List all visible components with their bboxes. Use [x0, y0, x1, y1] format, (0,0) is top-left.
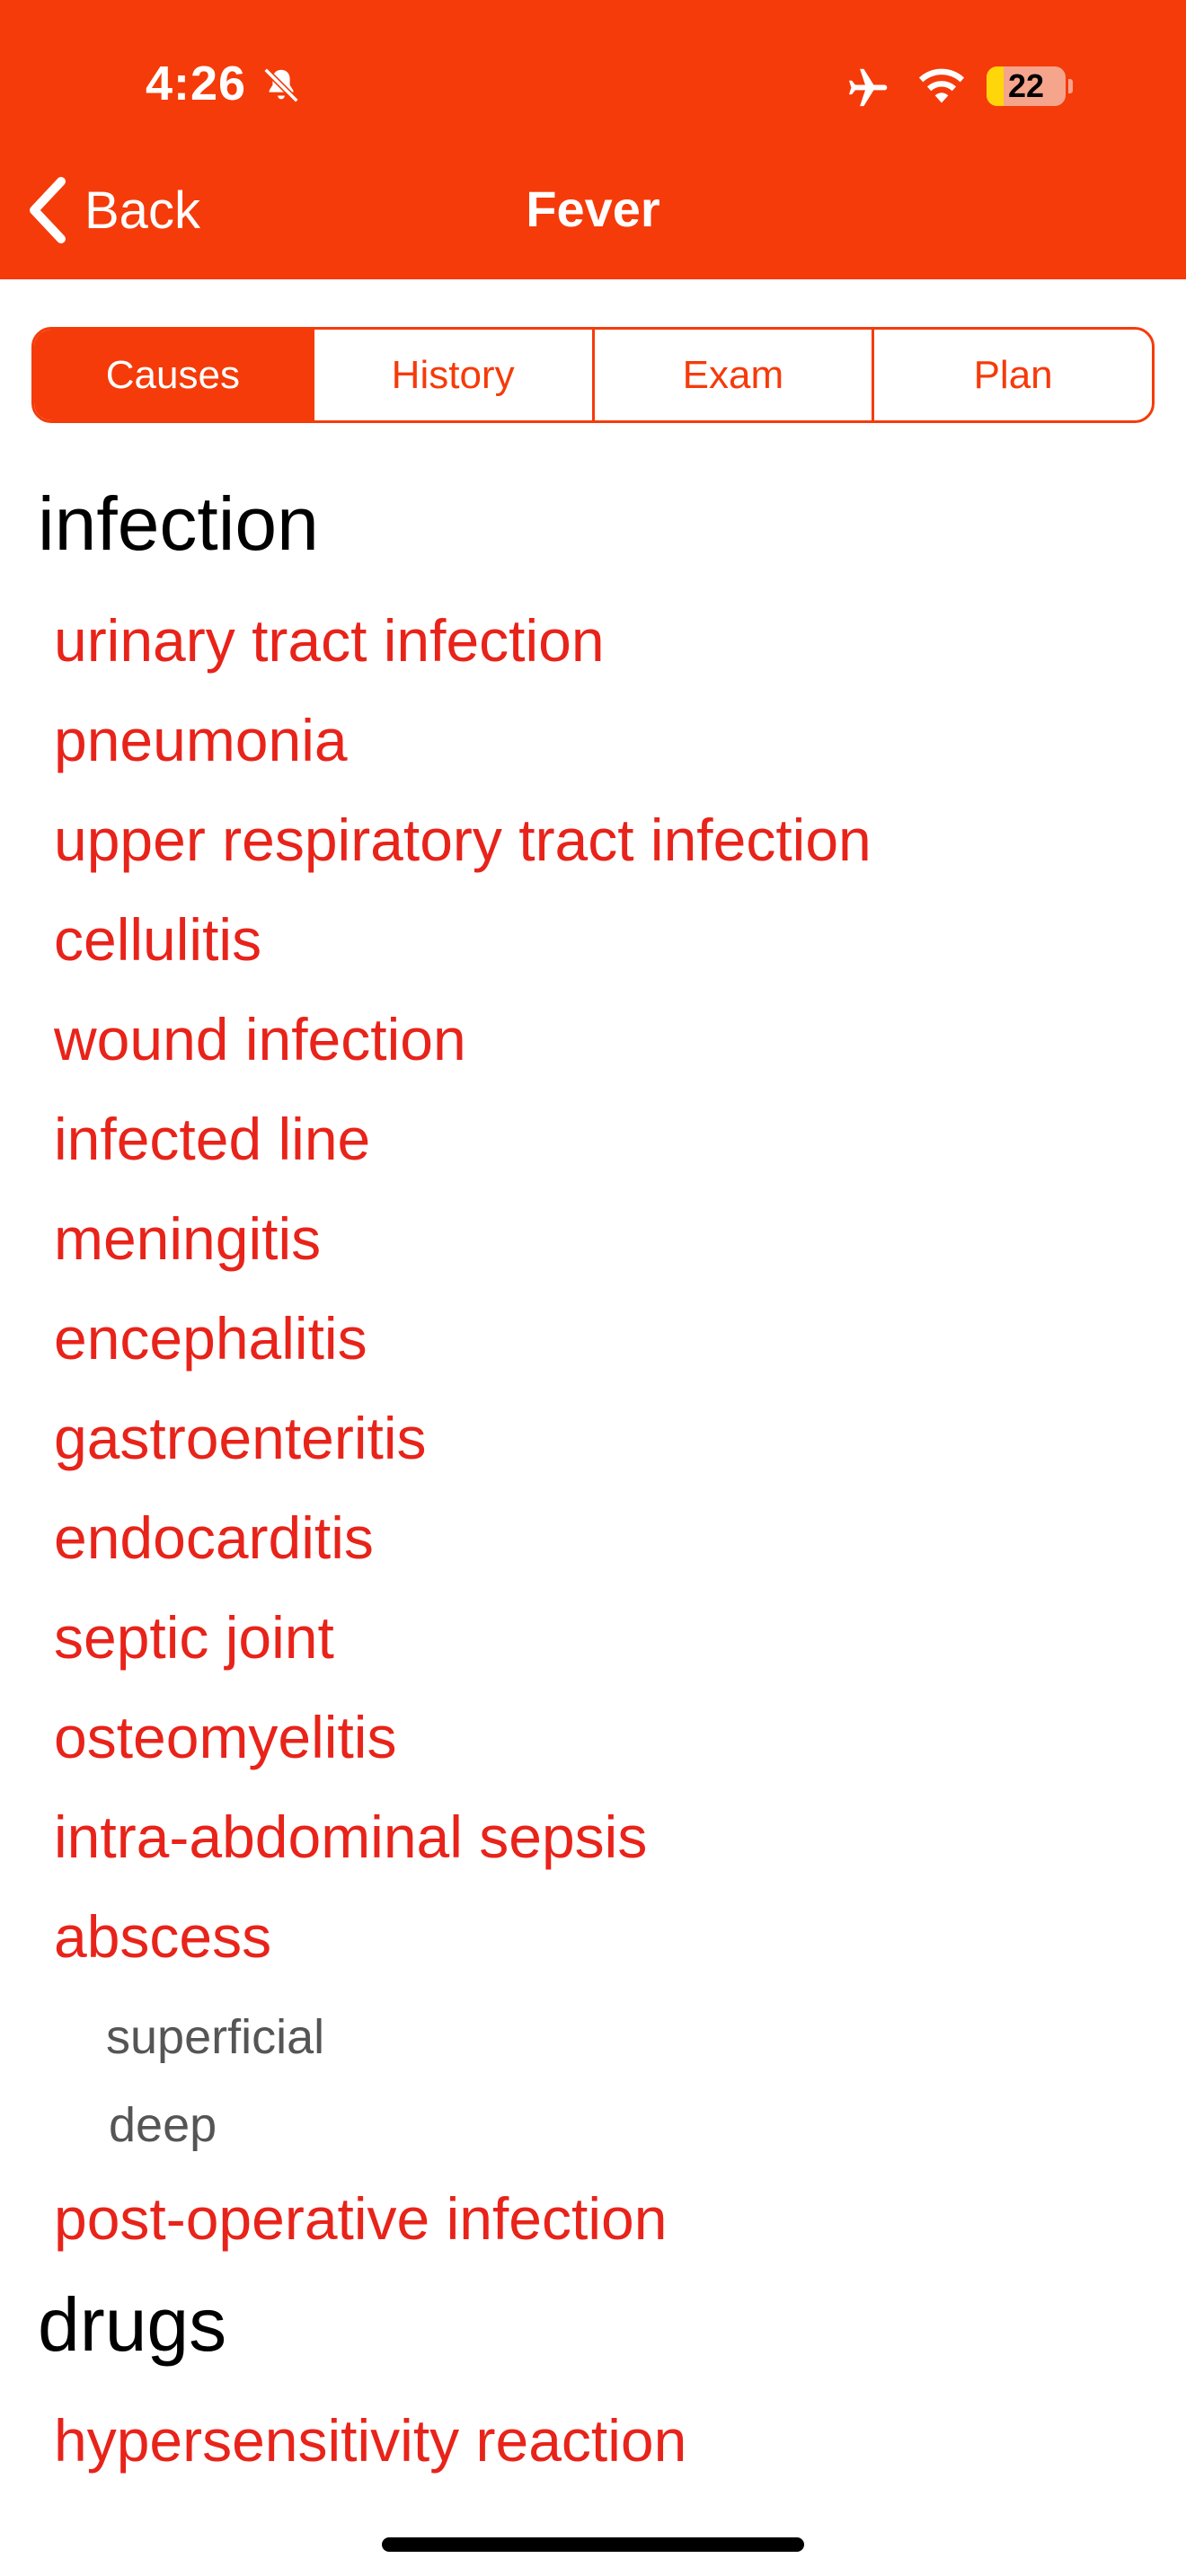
segmented-control: Causes History Exam Plan — [31, 327, 1155, 423]
section-heading-infection: infection — [38, 481, 319, 566]
tab-plan[interactable]: Plan — [872, 330, 1152, 420]
list-item[interactable]: abscess — [54, 1902, 271, 1971]
page-title: Fever — [526, 181, 660, 237]
list-item[interactable]: wound infection — [54, 1005, 466, 1073]
list-item[interactable]: osteomyelitis — [54, 1703, 396, 1771]
battery-percent: 22 — [1007, 67, 1045, 104]
status-time: 4:26 — [146, 57, 247, 110]
airplane-icon — [848, 68, 888, 107]
wifi-icon — [918, 68, 965, 103]
list-item[interactable]: encephalitis — [54, 1304, 367, 1372]
bell-slash-icon — [263, 67, 299, 103]
list-item[interactable]: meningitis — [54, 1204, 321, 1273]
list-item[interactable]: upper respiratory tract infection — [54, 806, 872, 874]
battery-icon: 22 — [987, 66, 1066, 106]
sub-item-deep: deep — [109, 2098, 217, 2152]
list-item[interactable]: post-operative infection — [54, 2184, 667, 2253]
list-item[interactable]: gastroenteritis — [54, 1404, 427, 1472]
tab-history[interactable]: History — [311, 330, 592, 420]
battery-nub — [1068, 79, 1073, 93]
list-item[interactable]: intra-abdominal sepsis — [54, 1803, 647, 1871]
section-heading-drugs: drugs — [38, 2282, 227, 2367]
list-item[interactable]: endocarditis — [54, 1504, 374, 1572]
list-item[interactable]: cellulitis — [54, 905, 261, 974]
list-item[interactable]: septic joint — [54, 1603, 334, 1672]
navigation-header: 4:26 22 Back Fever — [0, 0, 1186, 279]
list-item[interactable]: urinary tract infection — [54, 606, 605, 675]
list-item[interactable]: hypersensitivity reaction — [54, 2406, 686, 2475]
list-item[interactable]: pneumonia — [54, 706, 348, 774]
tab-exam[interactable]: Exam — [591, 330, 872, 420]
tab-causes[interactable]: Causes — [34, 330, 312, 420]
sub-item-superficial: superficial — [106, 2010, 325, 2064]
home-indicator[interactable] — [382, 2537, 804, 2552]
list-item[interactable]: infected line — [54, 1105, 370, 1173]
